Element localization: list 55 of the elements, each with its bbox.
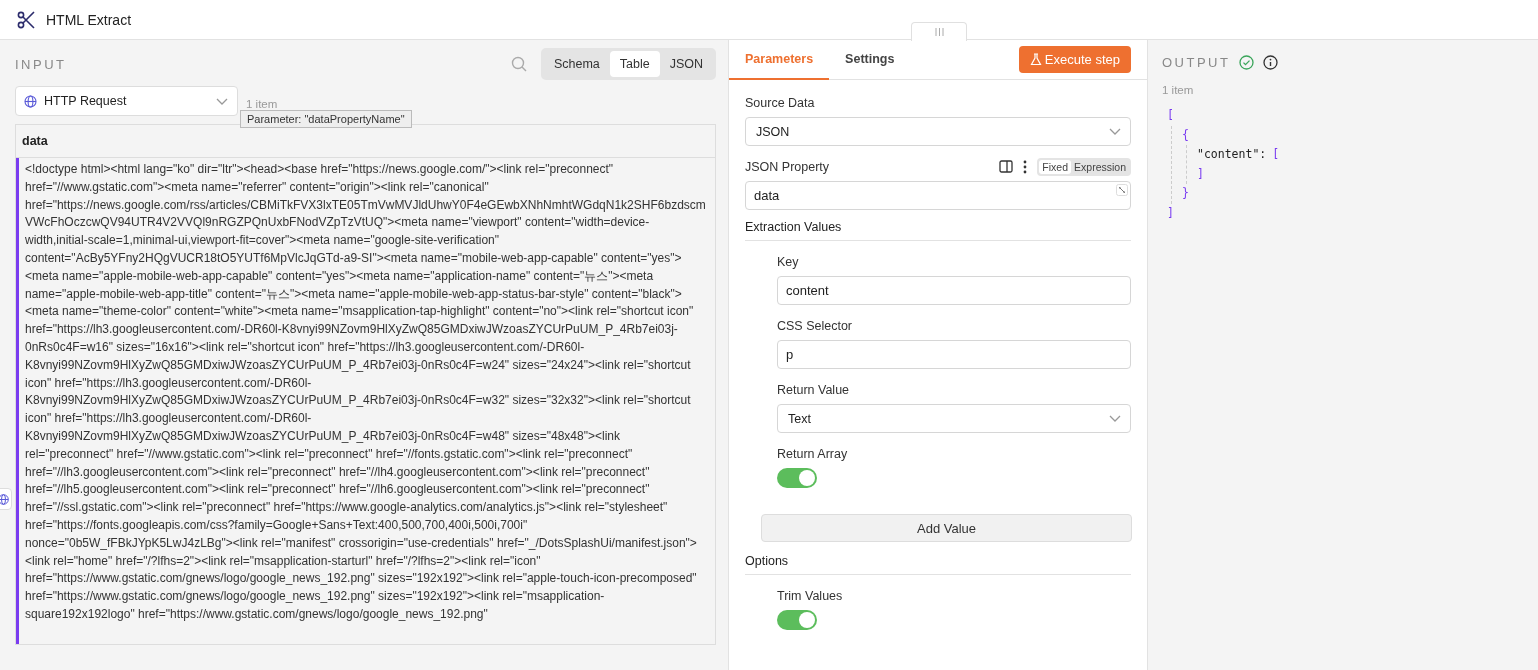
json-bracket: ]	[1197, 166, 1204, 181]
json-bracket: [	[1272, 147, 1280, 161]
field-label: Return Array	[777, 446, 849, 463]
field-label: Trim Values	[777, 588, 844, 605]
panel-title: OUTPUT	[1162, 54, 1231, 70]
json-bracket: ]	[1167, 205, 1174, 220]
grip-icon	[934, 28, 944, 36]
more-icon	[1023, 159, 1028, 174]
item-count: 1 item	[1162, 84, 1195, 96]
add-value-button[interactable]: Add Value	[761, 514, 1132, 542]
select-field[interactable]: Text	[777, 404, 1131, 433]
view-tab[interactable]: JSON	[659, 51, 713, 77]
chevron-down-icon	[215, 96, 229, 106]
item-count: 1 item	[246, 98, 278, 110]
field-label: JSON Property	[745, 159, 831, 176]
json-bracket: [	[1167, 108, 1174, 122]
table-cell: <!doctype html><html lang="ko" dir="ltr"><head><base href="https://news.google.com/"><link rel="preconnect" href="//www.gstatic.com"><meta name="referrer" content="origin"><link rel="canonical" href="https://news.google.com/rss/articles/CBMiTkFVX3lxTE05TmVwMVJldUhwY0F4eGEwbXNhNmhtWGdqN1k2SHF6bzdscmVWcFhOczcwQV94UTR4V2VVQl9nRGZPQnUxbFNodVZpTzVtUQ"><meta name="viewport" content="width=device-width,initial-scale=1,minimal-ui,viewport-fit=cover"><meta name="google-site-verification" content="AcBy5YFny2HQgVUCR18tO5YUTf6MpVlcJqGTd-a9-SI"><meta name="mobile-web-app-capable" content="yes"><meta name="apple-mobile-web-app-capable" content="yes"><meta name="application-name" content="뉴스"><meta name="apple-mobile-web-app-title" content="뉴스"><meta name="apple-mobile-web-app-status-bar-style" content="black"><meta name="theme-color" content="white"><meta name="msapplication-tap-highlight" content="no"><link rel="shortcut icon" href="https://lh3.googleusercontent.com/-DR60l-K8vnyi99NZovm9HlXyZwQ85GMDxiwJWzoasZYCUrPuUM_P_4Rb7ei03j-0nRs0c4F=w16" sizes="16x16"><link rel="shortcut icon" href="https://lh3.googleusercontent.com/-DR60l-K8vnyi99NZovm9HlXyZwQ85GMDxiwJWzoasZYCUrPuUM_P_4Rb7ei03j-0nRs0c4F=w24" sizes="24x24"><link rel="shortcut icon" href="https://lh3.googleusercontent.com/-DR60l-K8vnyi99NZovm9HlXyZwQ85GMDxiwJWzoasZYCUrPuUM_P_4Rb7ei03j-0nRs0c4F=w32" sizes="32x32"><link rel="shortcut icon" href="https://lh3.googleusercontent.com/-DR60l-K8vnyi99NZovm9HlXyZwQ85GMDxiwJWzoasZYCUrPuUM_P_4Rb7ei03j-0nRs0c4F=w48" sizes="48x48"><link rel="preconnect" href="//www.gstatic.com"><link rel="preconnect" href="//fonts.gstatic.com"><link rel="preconnect" href="//lh3.googleusercontent.com"><link rel="preconnect" href="//lh4.googleusercontent.com"><link rel="preconnect" href="//lh5.googleusercontent.com"><link rel="preconnect" href="//lh6.googleusercontent.com"><link rel="preconnect" href="//ssl.gstatic.com"><link rel="preconnect" href="https://www.google-analytics.com/analytics.js"><link rel="stylesheet" href="https://fonts.googleapis.com/css?family=Google+Sans+Text:400,500,700,400i,500i,700i" nonce="0b5W_fFBkJYpK5LwJ4zLBg"><link rel="manifest" crossorigin="use-credentials" href="_/DotsSplashUi/manifest.json"><link rel="home" href="/?lfhs=2"><link rel="msapplication-starturl" href="/?lfhs=2"><link rel="icon" href="https://www.gstatic.com/gnews/logo/google_news_192.png" sizes="192x192"><link rel="apple-touch-icon-precomposed" href="https://www.gstatic.com/gnews/logo/google_news_192.png" sizes="192x192"><link rel="msapplication-square192x192logo" href="https://www.gstatic.com/gnews/logo/google_news_192.png"	[16, 158, 715, 644]
drag-handle[interactable]	[911, 22, 967, 41]
input-field[interactable]: data	[745, 181, 1131, 210]
section-title: Extraction Values	[745, 216, 1131, 241]
json-bracket: {	[1182, 127, 1189, 142]
toggle-switch[interactable]	[777, 610, 817, 630]
field-label: CSS Selector	[777, 318, 854, 335]
json-key: "content":	[1197, 147, 1267, 161]
node-select[interactable]: HTTP Request	[15, 86, 238, 116]
input-field[interactable]: p	[777, 340, 1131, 369]
expand-icon	[1116, 184, 1128, 196]
success-check-icon	[1239, 54, 1255, 70]
view-tab[interactable]: Table	[609, 51, 660, 77]
flask-icon	[1029, 53, 1042, 66]
chevron-down-icon	[1108, 414, 1122, 423]
json-bracket: }	[1182, 186, 1189, 200]
tooltip: Parameter: "dataPropertyName"	[240, 110, 412, 128]
view-tab[interactable]: Schema	[543, 51, 610, 77]
column-header: data	[21, 133, 49, 150]
select-field[interactable]: JSON	[745, 117, 1131, 146]
toggle-switch[interactable]	[777, 468, 817, 488]
field-label: Return Value	[777, 382, 851, 399]
field-label: Source Data	[745, 95, 816, 112]
select-value: HTTP Request	[44, 94, 128, 108]
globe-icon	[24, 94, 37, 108]
globe-icon	[0, 493, 9, 505]
field-label: Key	[777, 254, 800, 271]
section-title: Options	[745, 550, 1131, 575]
info-icon	[1263, 54, 1279, 70]
panel-tab[interactable]: Settings	[829, 40, 911, 80]
search-icon	[510, 56, 527, 72]
mode-option[interactable]: Fixed	[1039, 159, 1072, 174]
panel-icon	[999, 160, 1014, 173]
scissors-icon	[16, 9, 36, 30]
mode-option[interactable]: Expression	[1071, 159, 1129, 174]
input-field[interactable]: content	[777, 276, 1131, 305]
window-title: HTML Extract	[46, 11, 132, 28]
panel-title: INPUT	[15, 56, 68, 72]
chevron-down-icon	[1108, 127, 1122, 136]
